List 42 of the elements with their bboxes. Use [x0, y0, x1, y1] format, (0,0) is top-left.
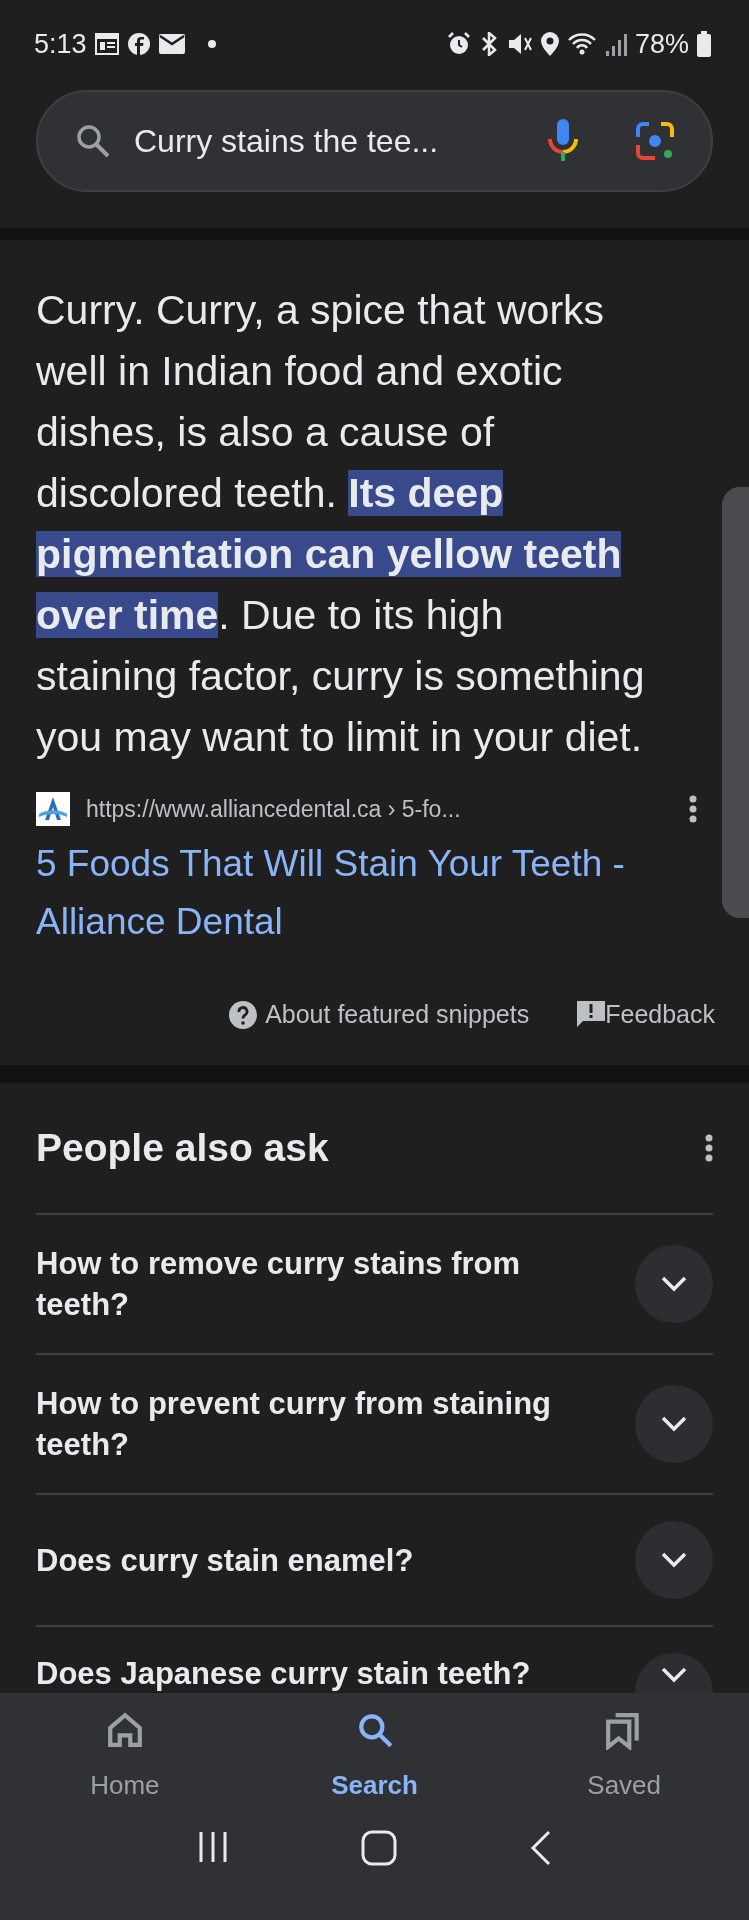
- feedback-icon: [577, 1000, 606, 1029]
- section-heading: People also ask: [36, 1124, 329, 1171]
- search-icon[interactable]: [76, 124, 110, 158]
- search-query[interactable]: Curry stains the tee...: [134, 117, 547, 165]
- search-bar[interactable]: Curry stains the tee...: [36, 90, 713, 192]
- home-icon: [105, 1710, 144, 1750]
- help-icon: [229, 1000, 258, 1029]
- question-text: Does curry stain enamel?: [36, 1541, 414, 1580]
- chevron-down-icon: [661, 1552, 687, 1568]
- question-text: How to remove curry stains from teeth?: [36, 1245, 522, 1324]
- wifi-icon: [566, 32, 597, 56]
- clock-time: 5:13: [34, 27, 87, 61]
- mail-icon: [158, 34, 185, 54]
- microphone-icon[interactable]: [547, 119, 579, 163]
- question-text: How to prevent curry from staining teeth?: [36, 1385, 552, 1464]
- snippet-text: Curry. Curry, a spice that works well in Indian food and exotic dishes, is also a cause of discolored teeth. Its deep pigmentation can yellow teeth over time. Due to its high staining factor, curry is something you may want to limit in your diet.: [36, 286, 646, 762]
- more-options-icon[interactable]: [705, 1134, 713, 1162]
- question-text: Does Japanese curry stain teeth?: [36, 1655, 531, 1693]
- feedback-link[interactable]: Feedback: [605, 995, 715, 1034]
- dot-icon: [206, 39, 217, 49]
- location-icon: [540, 32, 559, 56]
- site-logo-icon: [36, 792, 70, 827]
- app-icon: [126, 32, 151, 56]
- alarm-icon: [446, 32, 471, 56]
- chevron-down-icon: [661, 1667, 687, 1683]
- chevron-down-icon: [661, 1276, 687, 1292]
- mute-icon: [506, 32, 533, 56]
- home-icon[interactable]: [361, 1830, 398, 1866]
- nav-tab[interactable]: Search: [249, 1709, 500, 1806]
- result-title-link[interactable]: 5 Foods That Will Stain Your Teeth - Alliance Dental: [36, 834, 683, 951]
- signal-icon: [604, 32, 627, 56]
- battery-icon: [697, 31, 711, 57]
- nav-tab[interactable]: Home: [0, 1709, 250, 1806]
- about-snippets-link[interactable]: About featured snippets: [265, 995, 530, 1034]
- nav-tab[interactable]: Saved: [499, 1709, 749, 1806]
- more-options-icon[interactable]: [689, 795, 697, 824]
- source-url[interactable]: https://www.alliancedental.ca › 5-fo...: [86, 792, 689, 827]
- calendar-icon: [94, 33, 119, 55]
- chevron-down-icon: [661, 1416, 687, 1432]
- camera-icon[interactable]: [635, 121, 675, 161]
- edge-panel-handle[interactable]: [722, 487, 749, 918]
- battery-percentage: 78%: [634, 27, 689, 61]
